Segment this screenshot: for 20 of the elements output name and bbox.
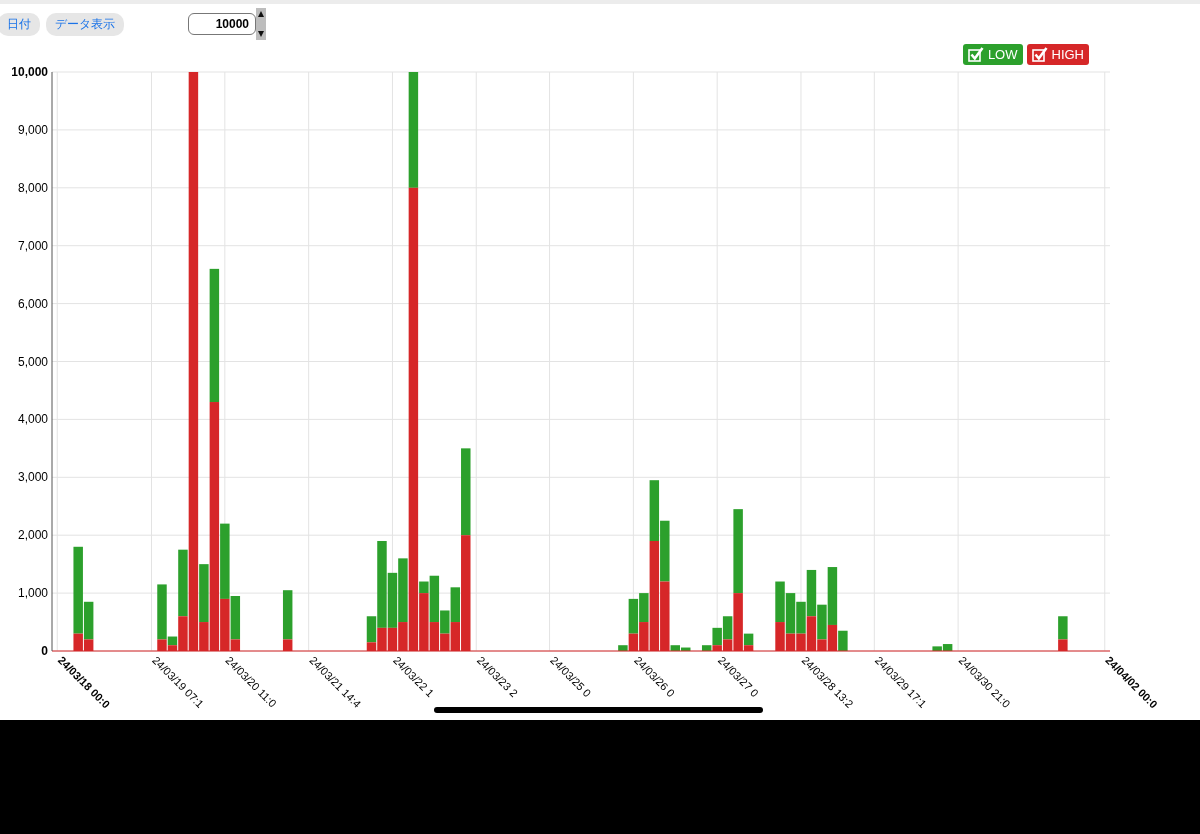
y-axis-label: 1,000 — [17, 586, 48, 601]
scrollbar-thumb[interactable] — [434, 707, 763, 713]
legend-toggle[interactable]: HIGH — [1026, 44, 1089, 65]
checked-checkbox-icon — [1031, 47, 1048, 62]
checked-checkbox-icon — [967, 47, 984, 62]
y-axis-label: 2,000 — [17, 528, 48, 543]
spinner-arrows-icon[interactable] — [256, 8, 266, 40]
y-axis-label: 5,000 — [17, 354, 48, 369]
y-axis-label: 4,000 — [17, 412, 48, 427]
y-axis-label: 6,000 — [17, 296, 48, 311]
legend-toggle[interactable]: LOW — [962, 44, 1023, 65]
y-axis-label: 3,000 — [17, 470, 48, 485]
y-axis-label: 10,000 — [11, 66, 48, 79]
y-axis-label: 8,000 — [17, 180, 48, 195]
y-axis-label: 0 — [41, 644, 48, 658]
toolbar-button[interactable]: データ表示 — [46, 12, 124, 36]
y-axis-label: 9,000 — [17, 122, 48, 137]
y-axis-label: 7,000 — [17, 238, 48, 253]
number-field[interactable]: 10000 — [188, 13, 256, 35]
toolbar-button[interactable]: 日付 — [0, 12, 40, 36]
